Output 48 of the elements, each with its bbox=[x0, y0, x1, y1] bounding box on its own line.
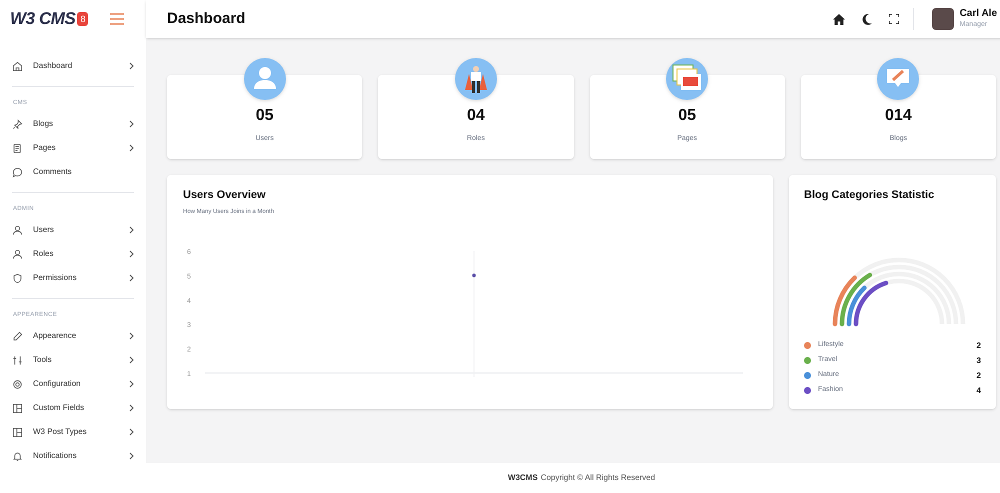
avatar-photo[interactable] bbox=[932, 8, 954, 30]
sidebar-item[interactable]: Blogs bbox=[12, 112, 134, 136]
sidebar-item[interactable]: Tools bbox=[12, 348, 134, 372]
legend-count: 4 bbox=[976, 384, 981, 396]
settings-icon bbox=[12, 378, 23, 390]
person-icon bbox=[12, 224, 23, 236]
layout-icon bbox=[12, 402, 23, 414]
sidebar-item[interactable]: Appearence bbox=[12, 324, 134, 348]
footer-brand: W3CMS bbox=[508, 472, 538, 484]
pin-icon bbox=[12, 118, 23, 130]
home-icon[interactable] bbox=[832, 14, 845, 24]
stat-value: 05 bbox=[678, 108, 696, 124]
speech-bubble-icon bbox=[12, 166, 23, 178]
sidebar-item[interactable]: Custom Fields bbox=[12, 396, 134, 420]
user-name: Carl Ale bbox=[960, 8, 997, 21]
sidebar-item[interactable]: Roles bbox=[12, 242, 134, 266]
sidebar-item[interactable]: Notifications bbox=[12, 444, 134, 468]
fullscreen-icon[interactable] bbox=[888, 14, 899, 24]
sidebar-item[interactable]: Comments bbox=[12, 160, 134, 184]
shield-icon bbox=[12, 272, 23, 284]
sidebar-item[interactable]: W3 Post Types bbox=[12, 420, 134, 444]
logo-text: W3 CMS bbox=[10, 8, 76, 30]
legend-count: 2 bbox=[976, 370, 981, 382]
bell-icon bbox=[12, 450, 23, 462]
legend-count: 2 bbox=[976, 340, 981, 352]
sidebar-item[interactable]: Configuration bbox=[12, 372, 134, 396]
sidebar-item[interactable]: Dashboard bbox=[12, 54, 134, 78]
footer-text: Copyright © All Rights Reserved bbox=[540, 472, 656, 484]
moon-icon[interactable] bbox=[862, 14, 872, 24]
person-icon bbox=[12, 248, 23, 260]
legend-count: 3 bbox=[976, 354, 981, 366]
card-title: Users Overview bbox=[183, 188, 267, 203]
document-icon bbox=[12, 142, 23, 154]
sidebar-item[interactable]: Pages bbox=[12, 136, 134, 160]
sidebar-item[interactable]: Permissions bbox=[12, 266, 134, 290]
logo-badge: 8 bbox=[77, 12, 88, 26]
layout-icon bbox=[12, 426, 23, 438]
stat-value: 04 bbox=[466, 108, 485, 124]
pencil-icon bbox=[12, 330, 23, 342]
home-icon bbox=[12, 60, 23, 72]
sidebar-item[interactable]: Users bbox=[12, 218, 134, 242]
data-point bbox=[472, 273, 476, 277]
stat-value: 05 bbox=[256, 108, 274, 124]
sliders-icon bbox=[12, 354, 23, 366]
menu-icon[interactable] bbox=[110, 13, 124, 25]
card-title: Blog Categories Statistic bbox=[804, 188, 936, 203]
stat-value: 014 bbox=[885, 108, 912, 124]
page-title: Dashboard bbox=[167, 8, 246, 29]
